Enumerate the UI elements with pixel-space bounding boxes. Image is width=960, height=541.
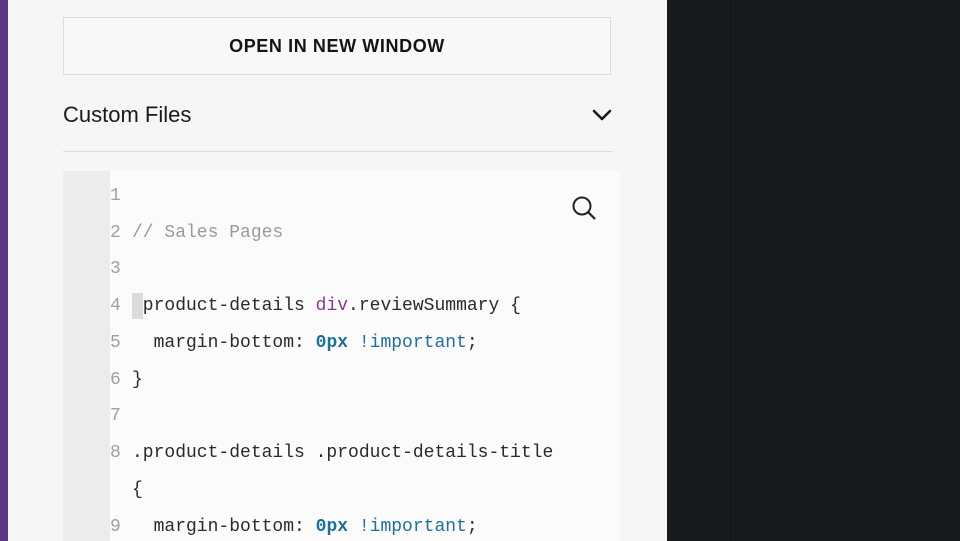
line-number: 6	[110, 370, 121, 390]
code-line: 1	[110, 178, 132, 214]
code-line-wrap: {	[110, 472, 143, 508]
code-semicolon: ;	[466, 517, 478, 537]
code-value: 0px	[315, 517, 349, 537]
code-text: .product-details .product-details-title	[132, 443, 554, 463]
open-in-new-window-button[interactable]: OPEN IN NEW WINDOW	[63, 17, 611, 75]
code-line: 6}	[110, 362, 143, 398]
preview-area	[667, 0, 960, 541]
line-number: 9	[110, 517, 121, 537]
line-number: 1	[110, 186, 121, 206]
code-comment: // Sales Pages	[132, 223, 284, 243]
preview-seam	[733, 0, 734, 541]
section-divider	[63, 151, 613, 152]
code-semicolon: ;	[466, 333, 478, 353]
line-number: 8	[110, 443, 121, 463]
search-icon[interactable]	[571, 195, 597, 221]
chevron-down-icon[interactable]	[591, 104, 613, 126]
code-text: {	[132, 480, 143, 500]
accent-strip	[0, 0, 8, 541]
code-editor[interactable]: 1 2 // Sales Pages 3 4 .product-details di…	[63, 171, 620, 541]
line-number: 2	[110, 223, 121, 243]
code-property: margin-bottom:	[132, 333, 316, 353]
custom-code-panel: OPEN IN NEW WINDOW Custom Files 1 2 // Sa…	[8, 0, 667, 541]
line-number: 4	[110, 296, 121, 316]
code-line: 8 .product-details .product-details-title	[110, 435, 553, 471]
code-line: 5 margin-bottom: 0px !important;	[110, 325, 478, 361]
code-line: 4 .product-details div .reviewSummary {	[110, 288, 521, 324]
code-selector-rest: .reviewSummary {	[348, 296, 521, 316]
code-line: 7	[110, 398, 132, 434]
code-property: margin-bottom:	[132, 517, 316, 537]
code-lines[interactable]: 1 2 // Sales Pages 3 4 .product-details di…	[110, 171, 620, 541]
line-number: 7	[110, 406, 121, 426]
line-number: 3	[110, 259, 121, 279]
custom-files-section-header[interactable]: Custom Files	[63, 86, 613, 144]
code-important: !important	[348, 517, 467, 537]
code-tag: div	[315, 296, 349, 316]
code-line: 2 // Sales Pages	[110, 215, 283, 251]
text-cursor	[132, 293, 143, 319]
code-line: 3	[110, 251, 132, 287]
code-line: 9 margin-bottom: 0px !important;	[110, 509, 478, 541]
code-important: !important	[348, 333, 467, 353]
line-number: 5	[110, 333, 121, 353]
editor-gutter	[63, 171, 110, 541]
code-value: 0px	[315, 333, 349, 353]
code-text: }	[132, 370, 143, 390]
section-title: Custom Files	[63, 102, 192, 127]
code-selector: .product-details	[132, 296, 316, 316]
